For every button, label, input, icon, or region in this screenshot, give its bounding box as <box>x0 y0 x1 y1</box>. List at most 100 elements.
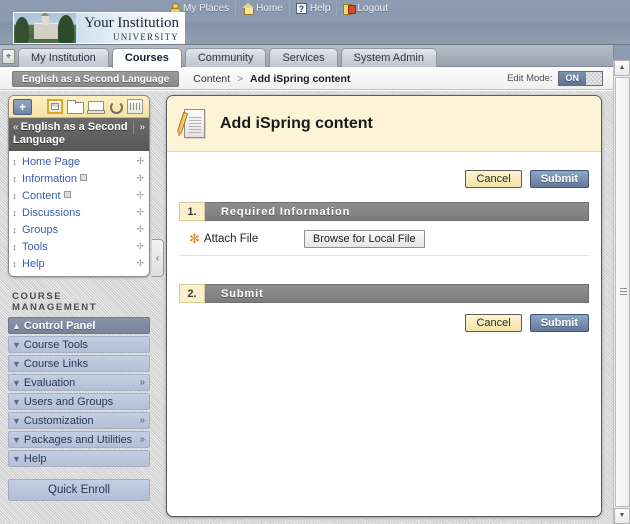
drag-handle-icon[interactable]: ↕ <box>10 174 19 184</box>
required-asterisk-icon: ✻ <box>189 231 200 246</box>
scrollbar-corner <box>613 45 630 60</box>
scrollbar-thumb[interactable] <box>615 77 630 507</box>
nav-logout[interactable]: Logout <box>337 1 394 16</box>
list-view-icon[interactable] <box>47 99 63 114</box>
tab-my-institution[interactable]: My Institution <box>18 48 109 67</box>
nav-home[interactable]: Home <box>236 1 290 16</box>
cm-item-evaluation-label: Evaluation <box>23 376 76 389</box>
caret-up-icon: ▲ <box>12 320 21 331</box>
chevron-down-icon[interactable]: ✢ <box>136 241 146 252</box>
display-view-icon[interactable] <box>87 99 105 114</box>
menu-item-content[interactable]: ↕ Content ✢ <box>9 187 149 204</box>
cm-item-users-and-groups[interactable]: ▼ Users and Groups <box>8 393 150 410</box>
menu-item-help[interactable]: ↕ Help ✢ <box>9 255 149 272</box>
tab-courses[interactable]: Courses <box>111 48 182 68</box>
page-header: Add iSpring content <box>167 96 601 152</box>
chevron-down-icon[interactable]: ✢ <box>136 173 146 184</box>
cm-item-customization-label: Customization <box>23 414 94 427</box>
tab-pin-icon[interactable]: ⌖ <box>2 49 15 64</box>
scroll-up-arrow-icon[interactable]: ▲ <box>614 60 630 76</box>
tab-list: My Institution Courses Community Service… <box>18 48 437 68</box>
add-menu-item-button[interactable]: + <box>13 98 32 115</box>
document-with-pencil-icon <box>176 108 208 140</box>
menu-item-information[interactable]: ↕ Information ✢ <box>9 170 149 187</box>
caret-down-icon: ▼ <box>12 377 21 388</box>
cm-item-course-links[interactable]: ▼ Course Links <box>8 355 150 372</box>
top-action-buttons: Cancel Submit <box>179 170 589 188</box>
tab-community[interactable]: Community <box>184 48 267 67</box>
chevron-right-icon[interactable]: » <box>139 434 145 445</box>
tab-system-admin[interactable]: System Admin <box>340 48 437 67</box>
breadcrumb-current: Add iSpring content <box>250 72 351 85</box>
nav-help[interactable]: ? Help <box>290 1 338 16</box>
cm-item-customization[interactable]: ▼ Customization » <box>8 412 150 429</box>
chevron-down-icon[interactable]: ✢ <box>136 207 146 218</box>
cancel-button-top[interactable]: Cancel <box>465 170 522 188</box>
menu-link-home-page[interactable]: Home Page <box>19 156 136 168</box>
section-2-title: Submit <box>205 284 589 303</box>
chevron-right-icon[interactable]: » <box>139 377 145 388</box>
institution-logo[interactable]: Your Institution UNIVERSITY <box>13 12 185 44</box>
chevron-down-icon[interactable]: ✢ <box>136 258 146 269</box>
section-2-number: 2. <box>179 284 205 303</box>
cm-item-help[interactable]: ▼ Help <box>8 450 150 467</box>
chevron-down-icon[interactable]: ✢ <box>136 156 146 167</box>
browse-for-local-file-button[interactable]: Browse for Local File <box>303 230 425 248</box>
nav-my-places-label: My Places <box>183 3 230 14</box>
menu-link-content-label: Content <box>22 189 61 202</box>
drag-handle-icon[interactable]: ↕ <box>10 191 19 201</box>
bottom-action-buttons: Cancel Submit <box>179 314 589 332</box>
menu-link-discussions[interactable]: Discussions <box>19 207 136 219</box>
folder-mini-icon <box>63 190 71 198</box>
drag-handle-icon[interactable]: ↕ <box>10 208 19 218</box>
scroll-down-arrow-icon[interactable]: ▼ <box>614 508 630 524</box>
cm-item-evaluation[interactable]: ▼ Evaluation » <box>8 374 150 391</box>
menu-link-content[interactable]: Content <box>19 190 136 202</box>
page-title: Add iSpring content <box>220 114 373 132</box>
menu-item-home-page[interactable]: ↕ Home Page ✢ <box>9 153 149 170</box>
expand-caret-icon[interactable]: » <box>133 121 145 134</box>
breadcrumb-content[interactable]: Content <box>193 73 230 85</box>
nav-help-label: Help <box>309 3 331 14</box>
page-body: + «English as a Second Language » ↕ Home… <box>0 91 613 524</box>
attach-file-row: ✻ Attach File Browse for Local File <box>179 230 589 256</box>
menu-item-tools[interactable]: ↕ Tools ✢ <box>9 238 149 255</box>
cm-item-control-panel[interactable]: ▲ Control Panel <box>8 317 150 334</box>
drag-handle-icon[interactable]: ↕ <box>10 242 19 252</box>
section-1-title: Required Information <box>205 202 589 221</box>
chevron-down-icon[interactable]: ✢ <box>136 190 146 201</box>
keyboard-accessible-icon[interactable] <box>127 99 143 114</box>
drag-handle-icon[interactable]: ↕ <box>10 259 19 269</box>
menu-link-groups[interactable]: Groups <box>19 224 136 236</box>
chevron-down-icon[interactable]: ✢ <box>136 224 146 235</box>
nav-home-label: Home <box>256 3 283 14</box>
section-submit: 2. Submit Cancel Submit <box>179 284 589 332</box>
section-2-header: 2. Submit <box>179 284 589 303</box>
cancel-button-bottom[interactable]: Cancel <box>465 314 522 332</box>
drag-handle-icon[interactable]: ↕ <box>10 157 19 167</box>
quick-enroll-button[interactable]: Quick Enroll <box>8 479 150 501</box>
menu-item-groups[interactable]: ↕ Groups ✢ <box>9 221 149 238</box>
course-menu-title: «English as a Second Language » <box>9 118 149 151</box>
cm-item-packages-and-utilities[interactable]: ▼ Packages and Utilities » <box>8 431 150 448</box>
course-name-chip[interactable]: English as a Second Language <box>12 70 180 87</box>
collapse-caret-icon[interactable]: « <box>13 122 19 133</box>
vertical-scrollbar[interactable]: ▲ ▼ <box>613 60 630 524</box>
question-mark-icon: ? <box>295 3 307 14</box>
cm-item-course-tools[interactable]: ▼ Course Tools <box>8 336 150 353</box>
refresh-icon[interactable] <box>107 99 123 114</box>
submit-button-top[interactable]: Submit <box>529 170 589 188</box>
edit-mode-toggle[interactable]: ON <box>557 71 603 86</box>
folder-view-icon[interactable] <box>67 99 84 114</box>
chevron-right-icon[interactable]: » <box>139 415 145 426</box>
menu-item-discussions[interactable]: ↕ Discussions ✢ <box>9 204 149 221</box>
tab-services[interactable]: Services <box>269 48 338 67</box>
breadcrumb: Content > Add iSpring content <box>193 73 350 85</box>
edit-mode-control: Edit Mode: ON <box>507 71 603 86</box>
submit-button-bottom[interactable]: Submit <box>529 314 589 332</box>
menu-link-help[interactable]: Help <box>19 258 136 270</box>
drag-handle-icon[interactable]: ↕ <box>10 225 19 235</box>
menu-link-information[interactable]: Information <box>19 173 136 185</box>
sidebar-collapse-handle[interactable]: ‹ <box>152 239 164 277</box>
menu-link-tools[interactable]: Tools <box>19 241 136 253</box>
